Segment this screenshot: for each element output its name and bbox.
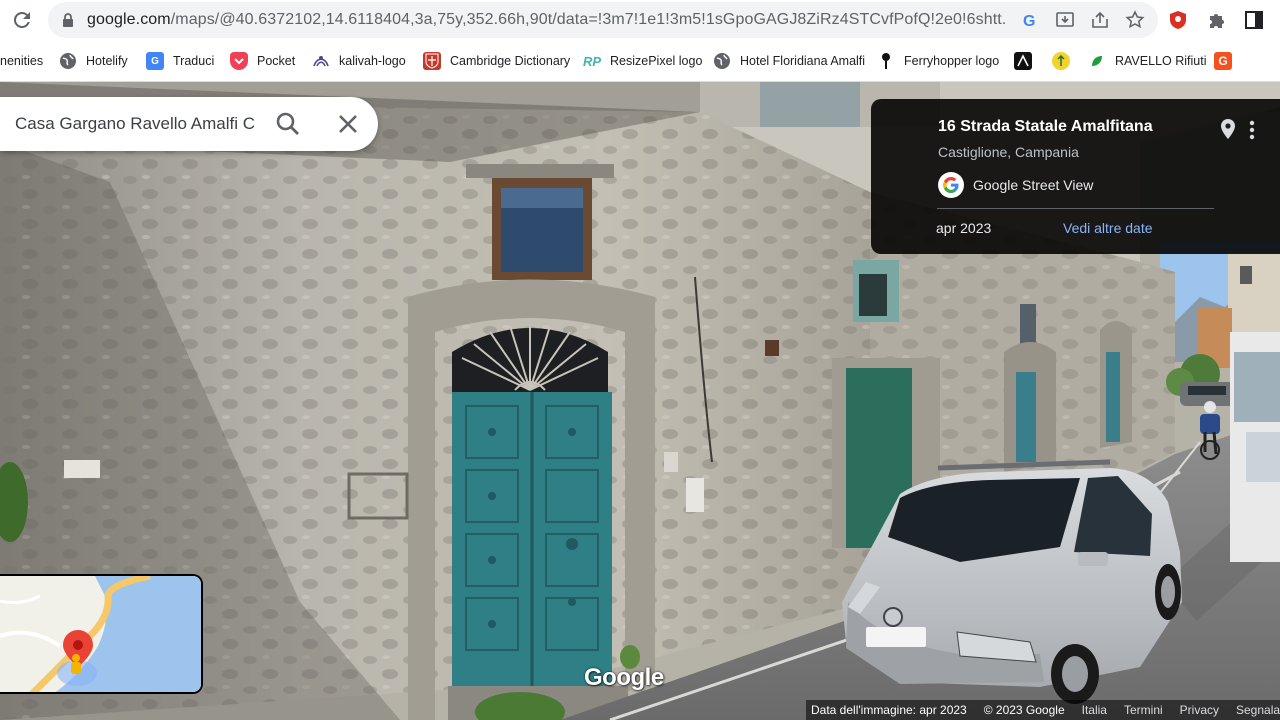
- location-pin-icon[interactable]: [1219, 118, 1237, 140]
- pocket-icon: [230, 52, 248, 70]
- bookmark-dark-logo[interactable]: [1014, 50, 1041, 72]
- leaf-icon: [1088, 52, 1106, 70]
- bookmark-amenities[interactable]: nenities: [0, 50, 43, 72]
- svg-text:G: G: [1023, 13, 1035, 29]
- street-view-info-card: 16 Strada Statale Amalfitana Castiglione…: [871, 99, 1280, 254]
- pegman-icon: [71, 654, 81, 674]
- bookmark-hotel-floridiana[interactable]: Hotel Floridiana Amalfi: [713, 50, 865, 72]
- address-locality: Castiglione, Campania: [938, 144, 1079, 160]
- close-icon[interactable]: [334, 110, 362, 138]
- globe-icon: [713, 52, 731, 70]
- bookmark-ravello-rifiuti[interactable]: RAVELLO Rifiuti: [1088, 50, 1206, 72]
- extensions-puzzle-icon[interactable]: [1204, 8, 1228, 32]
- bookmark-label: Hotel Floridiana Amalfi: [740, 54, 866, 68]
- bookmark-label: Ferryhopper logo: [904, 54, 1000, 68]
- orange-g-logo-icon: G: [1214, 52, 1232, 70]
- bookmark-label: Pocket: [257, 54, 296, 68]
- image-date-label: Data dell'immagine: apr 2023: [811, 703, 967, 717]
- image-source-label: Google Street View: [973, 177, 1094, 193]
- see-more-dates-link[interactable]: Vedi altre date: [1063, 220, 1153, 236]
- bookmark-orange-g[interactable]: G: [1214, 50, 1241, 72]
- terms-link[interactable]: Termini: [1124, 703, 1163, 717]
- resizepixel-logo-icon: RP: [582, 53, 602, 69]
- bookmark-pocket[interactable]: Pocket: [230, 50, 295, 72]
- shield-extension-icon[interactable]: [1166, 8, 1190, 32]
- side-panel-icon[interactable]: [1242, 8, 1266, 32]
- image-source: Google Street View: [938, 172, 1093, 198]
- address-bar[interactable]: google.com/maps/@40.6372102,14.6118404,3…: [48, 2, 1158, 38]
- report-problem-link[interactable]: Segnala un problema: [1236, 703, 1280, 717]
- card-divider: [937, 208, 1214, 209]
- bookmarks-bar: nenities Hotelify G Traduci Pocket kaliv…: [0, 40, 1280, 82]
- browser-toolbar: google.com/maps/@40.6372102,14.6118404,3…: [0, 0, 1280, 40]
- ferryhopper-logo-icon: [877, 52, 895, 70]
- bookmark-label: Hotelify: [86, 54, 128, 68]
- bookmark-cambridge[interactable]: Cambridge Dictionary: [423, 50, 570, 72]
- more-options-icon[interactable]: [1243, 119, 1261, 141]
- bookmark-label: kalivah-logo: [339, 54, 406, 68]
- privacy-link[interactable]: Privacy: [1180, 703, 1219, 717]
- minimap[interactable]: [0, 574, 203, 694]
- bookmark-yellow-logo[interactable]: [1052, 50, 1079, 72]
- dark-logo-icon: [1014, 52, 1032, 70]
- map-footer: Data dell'immagine: apr 2023 © 2023 Goog…: [806, 700, 1280, 720]
- reload-icon[interactable]: [10, 8, 34, 32]
- google-watermark: Google: [584, 664, 664, 691]
- url-text[interactable]: google.com/maps/@40.6372102,14.6118404,3…: [87, 11, 1007, 29]
- bookmark-label: ResizePixel logo: [610, 54, 703, 68]
- bookmark-label: RAVELLO Rifiuti: [1115, 54, 1207, 68]
- bookmark-resizepixel[interactable]: RP ResizePixel logo: [583, 50, 702, 72]
- cambridge-shield-icon: [423, 52, 441, 70]
- bookmark-hotelify[interactable]: Hotelify: [59, 50, 128, 72]
- share-icon[interactable]: [1089, 9, 1111, 31]
- google-logo-icon: [938, 172, 964, 198]
- kalivah-logo-icon: [312, 52, 330, 70]
- google-lens-icon[interactable]: G: [1019, 9, 1041, 31]
- lock-icon[interactable]: [62, 12, 74, 28]
- search-input[interactable]: [15, 111, 260, 137]
- address-title: 16 Strada Statale Amalfitana: [938, 118, 1153, 135]
- bookmark-traduci[interactable]: G Traduci: [146, 50, 214, 72]
- bookmark-label: Cambridge Dictionary: [450, 54, 571, 68]
- bookmark-ferryhopper[interactable]: Ferryhopper logo: [877, 50, 999, 72]
- globe-icon: [59, 52, 77, 70]
- country-link[interactable]: Italia: [1082, 703, 1107, 717]
- bookmark-label: Traduci: [173, 54, 215, 68]
- bookmark-label: nenities: [0, 54, 44, 68]
- bookmark-star-icon[interactable]: [1124, 9, 1146, 31]
- yellow-logo-icon: [1052, 52, 1070, 70]
- install-app-icon[interactable]: [1054, 9, 1076, 31]
- maps-search-box: [0, 97, 378, 151]
- search-icon[interactable]: [274, 110, 302, 138]
- bookmark-kalivah[interactable]: kalivah-logo: [312, 50, 406, 72]
- capture-date: apr 2023: [936, 220, 992, 236]
- google-translate-icon: G: [146, 52, 164, 70]
- copyright-label: © 2023 Google: [983, 703, 1065, 717]
